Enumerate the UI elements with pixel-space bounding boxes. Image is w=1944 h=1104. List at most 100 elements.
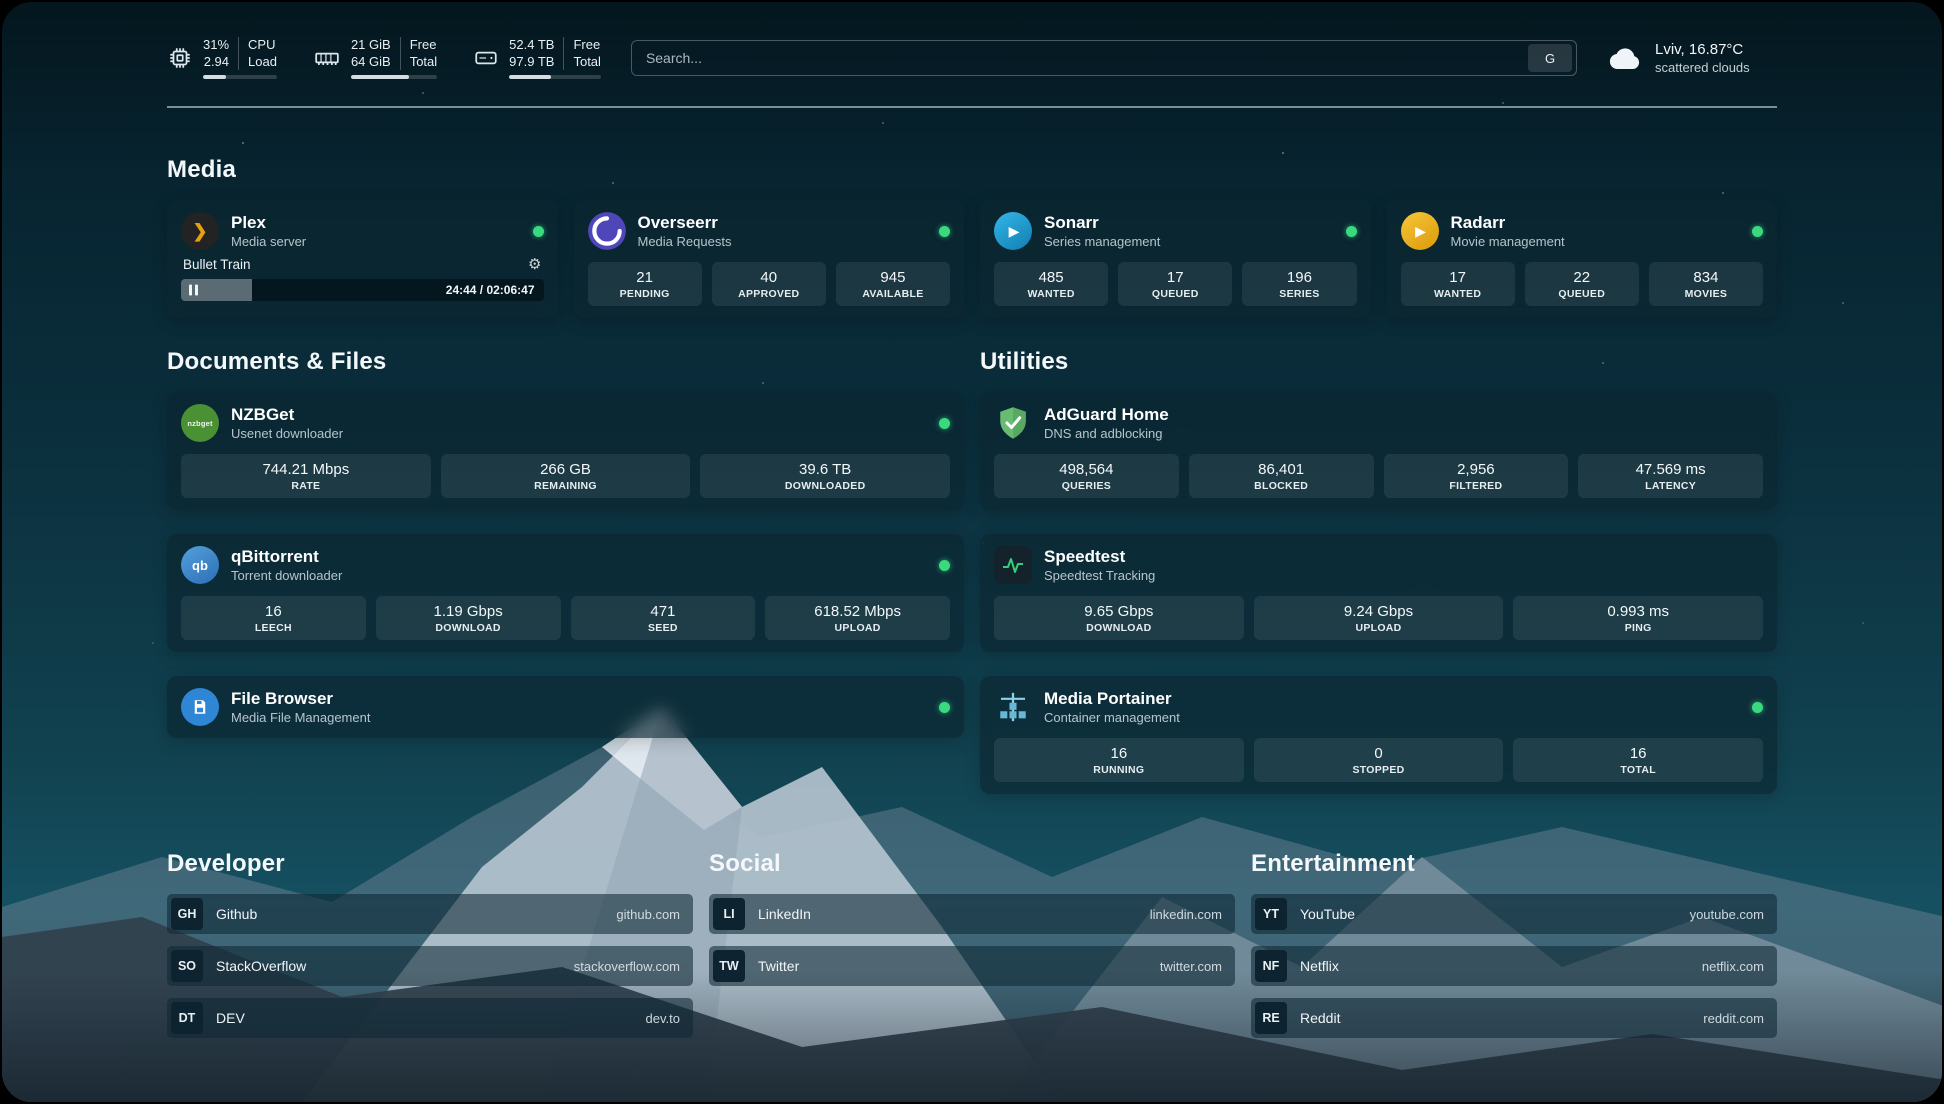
bookmark-name: DEV (216, 1010, 245, 1026)
weather-location: Lviv, 16.87°C (1655, 41, 1750, 58)
stat-download: 1.19 Gbps DOWNLOAD (376, 596, 561, 640)
weather-condition: scattered clouds (1655, 60, 1750, 75)
section-title-social: Social (709, 850, 1235, 878)
status-dot-online (939, 702, 950, 713)
app-card-filebrowser[interactable]: File Browser Media File Management (167, 676, 964, 738)
bookmark-url: reddit.com (1703, 1011, 1764, 1026)
stat-total: 16 TOTAL (1513, 738, 1763, 782)
app-card-overseerr[interactable]: Overseerr Media Requests 21 PENDING 40 A… (574, 200, 965, 318)
stat-approved: 40 APPROVED (712, 262, 826, 306)
stat-ping: 0.993 ms PING (1513, 596, 1763, 640)
gear-icon[interactable] (528, 257, 541, 272)
status-dot-online (939, 560, 950, 571)
weather-widget: Lviv, 16.87°C scattered clouds (1607, 41, 1777, 75)
app-card-portainer[interactable]: Media Portainer Container management 16 … (980, 676, 1777, 794)
plex-icon (181, 212, 219, 250)
bookmark-dev[interactable]: DT DEV dev.to (167, 998, 693, 1038)
speedtest-icon (994, 546, 1032, 584)
search-input[interactable] (632, 50, 1528, 66)
cpu-icon (167, 45, 193, 71)
bookmark-stackoverflow[interactable]: SO StackOverflow stackoverflow.com (167, 946, 693, 986)
memory-label-1: Free (410, 37, 437, 54)
app-card-nzbget[interactable]: nzbget NZBGet Usenet downloader 744.21 M… (167, 392, 964, 510)
app-subtitle: Container management (1044, 710, 1180, 726)
stat-available: 945 AVAILABLE (836, 262, 950, 306)
app-card-speedtest[interactable]: Speedtest Speedtest Tracking 9.65 Gbps D… (980, 534, 1777, 652)
app-card-adguard[interactable]: AdGuard Home DNS and adblocking 498,564 … (980, 392, 1777, 510)
app-name: Media Portainer (1044, 688, 1180, 709)
disk-usage-bar (509, 75, 601, 79)
bookmark-netflix[interactable]: NF Netflix netflix.com (1251, 946, 1777, 986)
app-subtitle: Usenet downloader (231, 426, 343, 442)
bookmark-url: stackoverflow.com (574, 959, 680, 974)
app-name: File Browser (231, 688, 370, 709)
section-title-utilities: Utilities (980, 348, 1777, 376)
app-card-sonarr[interactable]: ▶ Sonarr Series management 485 WANTED (980, 200, 1371, 318)
dev-icon: DT (171, 1002, 203, 1034)
stat-remaining: 266 GB REMAINING (441, 454, 691, 498)
stat-latency: 47.569 ms LATENCY (1578, 454, 1763, 498)
cpu-percent: 31% (203, 37, 229, 54)
stat-rate: 744.21 Mbps RATE (181, 454, 431, 498)
section-media: Media Plex Media server Bullet Train (167, 156, 1777, 318)
bookmark-url: dev.to (646, 1011, 680, 1026)
status-dot-online (533, 226, 544, 237)
disk-free: 52.4 TB (509, 37, 554, 54)
app-name: Plex (231, 212, 306, 233)
portainer-icon (994, 688, 1032, 726)
stat-stopped: 0 STOPPED (1254, 738, 1504, 782)
stat-running: 16 RUNNING (994, 738, 1244, 782)
bookmark-name: LinkedIn (758, 906, 811, 922)
bookmark-linkedin[interactable]: LI LinkedIn linkedin.com (709, 894, 1235, 934)
status-dot-online (1752, 226, 1763, 237)
header-divider (167, 106, 1777, 108)
app-name: Speedtest (1044, 546, 1155, 567)
twitter-icon: TW (713, 950, 745, 982)
bookmark-url: netflix.com (1702, 959, 1764, 974)
bookmark-url: linkedin.com (1150, 907, 1222, 922)
bookmark-youtube[interactable]: YT YouTube youtube.com (1251, 894, 1777, 934)
app-subtitle: Series management (1044, 234, 1160, 250)
dashboard-screen: 31% 2.94 CPU Load (2, 2, 1942, 1102)
bookmark-twitter[interactable]: TW Twitter twitter.com (709, 946, 1235, 986)
section-title-documents: Documents & Files (167, 348, 964, 376)
bookmark-reddit[interactable]: RE Reddit reddit.com (1251, 998, 1777, 1038)
memory-usage-bar (351, 75, 437, 79)
bookmark-url: twitter.com (1160, 959, 1222, 974)
memory-icon (313, 45, 341, 71)
sonarr-icon: ▶ (994, 212, 1032, 250)
now-playing-title: Bullet Train (183, 257, 251, 272)
adguard-icon (994, 404, 1032, 442)
pause-icon[interactable] (189, 285, 198, 296)
search-engine-button[interactable]: G (1528, 44, 1572, 72)
bookmark-github[interactable]: GH Github github.com (167, 894, 693, 934)
status-dot-online (939, 226, 950, 237)
app-card-qbittorrent[interactable]: qb qBittorrent Torrent downloader 16 LEE… (167, 534, 964, 652)
memory-widget: 21 GiB 64 GiB Free Total (313, 37, 437, 80)
stat-series: 196 SERIES (1242, 262, 1356, 306)
section-title-media: Media (167, 156, 1777, 184)
app-name: NZBGet (231, 404, 343, 425)
status-dot-online (1346, 226, 1357, 237)
overseerr-icon (588, 212, 626, 250)
app-card-plex[interactable]: Plex Media server Bullet Train 24:44 / 0… (167, 200, 558, 318)
section-title-entertainment: Entertainment (1251, 850, 1777, 878)
plex-progress-bar[interactable]: 24:44 / 02:06:47 (181, 279, 544, 301)
memory-free: 21 GiB (351, 37, 391, 54)
bookmark-url: youtube.com (1690, 907, 1764, 922)
stat-upload: 9.24 Gbps UPLOAD (1254, 596, 1504, 640)
app-subtitle: DNS and adblocking (1044, 426, 1169, 442)
app-subtitle: Speedtest Tracking (1044, 568, 1155, 584)
bookmark-name: Twitter (758, 958, 799, 974)
stat-seed: 471 SEED (571, 596, 756, 640)
section-utilities: Utilities (980, 348, 1777, 794)
netflix-icon: NF (1255, 950, 1287, 982)
app-card-radarr[interactable]: ▶ Radarr Movie management 17 WANTED (1387, 200, 1778, 318)
disk-widget: 52.4 TB 97.9 TB Free Total (473, 37, 601, 80)
disk-icon (473, 45, 499, 71)
cloud-icon (1607, 45, 1643, 72)
app-name: Overseerr (638, 212, 732, 233)
cpu-label-2: Load (248, 54, 277, 71)
search-bar[interactable]: G (631, 40, 1577, 76)
plex-time: 24:44 / 02:06:47 (446, 283, 535, 297)
